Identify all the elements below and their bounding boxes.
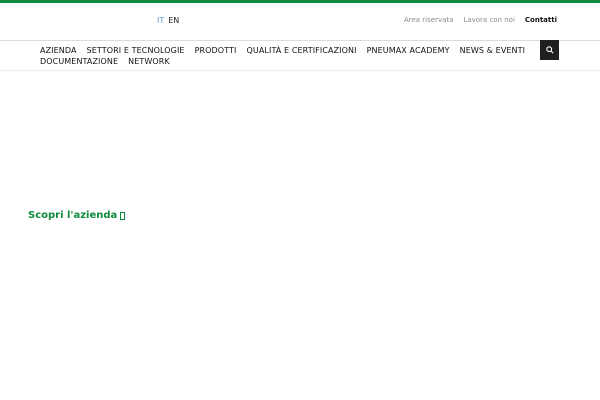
nav-item-news-eventi[interactable]: NEWS & EVENTI: [460, 45, 525, 56]
area-riservata-link[interactable]: Area riservata: [404, 16, 453, 24]
nav-item-pneumax-academy[interactable]: PNEUMAX ACADEMY: [367, 45, 450, 56]
nav-top-divider: [0, 40, 600, 41]
nav-item-settori-e-tecnologie[interactable]: SETTORI E TECNOLOGIE: [87, 45, 185, 56]
utility-links: Area riservata Lavora con noi Contatti: [404, 16, 557, 24]
scopri-azienda-link[interactable]: Scopri l'azienda: [28, 210, 126, 221]
arrow-icon: [120, 211, 126, 220]
language-switcher: IT EN: [157, 16, 179, 25]
nav-bottom-divider: [0, 70, 600, 71]
nav-row-2: DOCUMENTAZIONE NETWORK: [40, 56, 530, 67]
search-button[interactable]: [540, 40, 559, 60]
nav-item-network[interactable]: NETWORK: [128, 56, 170, 67]
contatti-link[interactable]: Contatti: [525, 16, 557, 24]
language-en[interactable]: EN: [168, 16, 179, 25]
search-icon: [545, 46, 554, 54]
nav-item-documentazione[interactable]: DOCUMENTAZIONE: [40, 56, 118, 67]
nav-item-qualita-e-certificazioni[interactable]: QUALITÀ E CERTIFICAZIONI: [247, 45, 357, 56]
nav-row-1: AZIENDA SETTORI E TECNOLOGIE PRODOTTI QU…: [40, 45, 530, 56]
main-navigation: AZIENDA SETTORI E TECNOLOGIE PRODOTTI QU…: [40, 45, 530, 67]
top-accent-bar: [0, 0, 600, 3]
nav-item-azienda[interactable]: AZIENDA: [40, 45, 77, 56]
lavora-con-noi-link[interactable]: Lavora con noi: [463, 16, 514, 24]
language-it[interactable]: IT: [157, 16, 164, 25]
nav-item-prodotti[interactable]: PRODOTTI: [195, 45, 237, 56]
scopri-azienda-label: Scopri l'azienda: [28, 210, 118, 221]
